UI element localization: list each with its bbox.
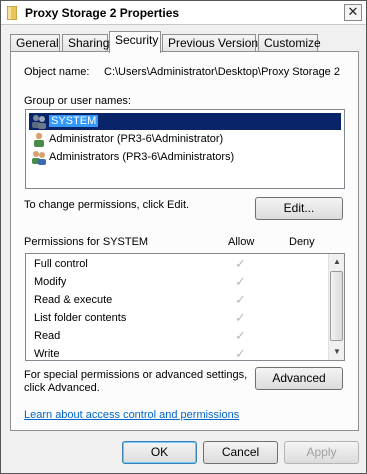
allow-check-icon: ✓ — [235, 256, 246, 271]
object-name-label: Object name: — [24, 66, 90, 78]
users-group-icon — [32, 115, 46, 129]
allow-check-icon: ✓ — [235, 310, 246, 325]
security-panel: Object name: C:\Users\Administrator\Desk… — [10, 51, 359, 431]
advanced-button[interactable]: Advanced — [255, 367, 343, 390]
allow-check-icon: ✓ — [235, 292, 246, 307]
apply-button[interactable]: Apply — [284, 441, 359, 464]
scroll-thumb[interactable] — [330, 271, 343, 341]
close-button[interactable]: ✕ — [344, 4, 362, 21]
allow-check-icon: ✓ — [235, 328, 246, 343]
tab-customize[interactable]: Customize — [258, 34, 321, 52]
tab-security[interactable]: Security — [109, 31, 161, 53]
tab-general[interactable]: General — [10, 34, 60, 52]
group-or-user-names-label: Group or user names: — [24, 95, 131, 107]
user-item-label: SYSTEM — [49, 115, 99, 127]
deny-header: Deny — [289, 236, 315, 248]
permissions-scrollbar[interactable]: ▲ ▼ — [328, 254, 344, 360]
user-item-label: Administrators (PR3-6\Administrators) — [49, 151, 235, 163]
window-title: Proxy Storage 2 Properties — [25, 6, 180, 20]
cancel-button[interactable]: Cancel — [203, 441, 278, 464]
special-permissions-text-line2: click Advanced. — [24, 382, 100, 394]
permission-name: Full control — [34, 258, 88, 270]
user-item-administrator[interactable]: Administrator (PR3-6\Administrator) — [29, 131, 341, 148]
permission-row: List folder contents ✓ — [26, 309, 326, 327]
permission-row: Read ✓ — [26, 327, 326, 345]
user-item-system[interactable]: SYSTEM — [29, 113, 341, 130]
change-permissions-text: To change permissions, click Edit. — [24, 199, 190, 211]
learn-more-link[interactable]: Learn about access control and permissio… — [24, 409, 239, 421]
permission-name: Modify — [34, 276, 67, 288]
user-icon — [34, 132, 44, 147]
permission-name: Write — [34, 348, 60, 360]
permission-row: Full control ✓ — [26, 255, 326, 273]
user-item-label: Administrator (PR3-6\Administrator) — [49, 133, 224, 145]
object-name-value: C:\Users\Administrator\Desktop\Proxy Sto… — [104, 66, 340, 78]
permission-name: Read & execute — [34, 294, 113, 306]
allow-check-icon: ✓ — [235, 274, 246, 289]
permission-row: Write ✓ — [26, 345, 326, 361]
allow-header: Allow — [228, 236, 255, 248]
edit-button[interactable]: Edit... — [255, 197, 343, 220]
ok-button[interactable]: OK — [122, 441, 197, 464]
permission-name: List folder contents — [34, 312, 127, 324]
tab-previous-versions[interactable]: Previous Versions — [162, 34, 264, 52]
title-bar[interactable]: Proxy Storage 2 Properties ✕ — [1, 1, 366, 25]
permissions-list[interactable]: Full control ✓ Modify ✓ Read & execute ✓… — [25, 253, 345, 361]
user-item-administrators[interactable]: Administrators (PR3-6\Administrators) — [29, 149, 341, 166]
permission-row: Modify ✓ — [26, 273, 326, 291]
properties-dialog: Proxy Storage 2 Properties ✕ General Sha… — [0, 0, 367, 474]
permissions-label: Permissions for SYSTEM — [24, 236, 149, 248]
folder-icon — [7, 6, 17, 20]
scroll-down-arrow-icon[interactable]: ▼ — [329, 344, 344, 360]
allow-check-icon: ✓ — [235, 346, 246, 361]
user-list[interactable]: SYSTEM Administrator (PR3-6\Administrato… — [25, 109, 345, 189]
permission-row: Read & execute ✓ — [26, 291, 326, 309]
special-permissions-text-line1: For special permissions or advanced sett… — [24, 369, 248, 381]
tab-sharing[interactable]: Sharing — [62, 34, 109, 52]
users-group-icon — [32, 151, 46, 165]
scroll-up-arrow-icon[interactable]: ▲ — [329, 254, 344, 270]
permission-name: Read — [34, 330, 61, 342]
